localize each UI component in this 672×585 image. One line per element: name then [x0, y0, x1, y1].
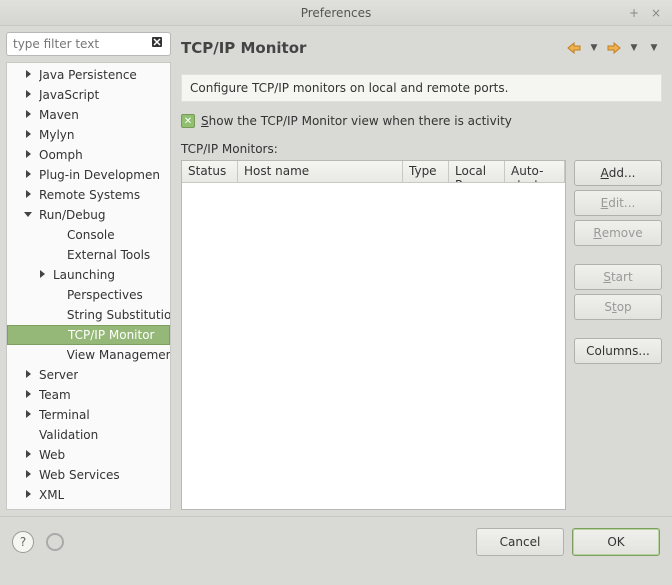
back-menu-icon[interactable]: ▼	[586, 40, 602, 56]
sidebar: Java Persistence JavaScript Maven Mylyn Oomp…	[0, 26, 175, 516]
tree-item-label: Maven	[39, 108, 79, 122]
columns-button[interactable]: Columns...	[574, 338, 662, 364]
window-close-icon[interactable]: ×	[648, 5, 664, 21]
tree-item-label: Console	[67, 228, 115, 242]
col-local[interactable]: Local Po	[449, 161, 505, 182]
tree-item-label: Oomph	[39, 148, 83, 162]
show-view-checkbox[interactable]: ✕	[181, 114, 195, 128]
tree-item[interactable]: Plug-in Developmen	[7, 165, 170, 185]
tree-item-label: Remote Systems	[39, 188, 140, 202]
progress-icon[interactable]	[46, 533, 64, 551]
content-area: Java Persistence JavaScript Maven Mylyn Oomp…	[0, 26, 672, 516]
tree-item-label: Run/Debug	[39, 208, 106, 222]
tree-item[interactable]: Mylyn	[7, 125, 170, 145]
tree-item[interactable]: Server	[7, 365, 170, 385]
tree-item-label: Web Services	[39, 468, 120, 482]
tree-item[interactable]: View Managemen	[7, 345, 170, 365]
help-icon[interactable]: ?	[12, 531, 34, 553]
window-title: Preferences	[301, 6, 372, 20]
tree-item[interactable]: Launching	[7, 265, 170, 285]
tree-item-label: Launching	[53, 268, 115, 282]
edit-button[interactable]: Edit...	[574, 190, 662, 216]
description-text: Configure TCP/IP monitors on local and r…	[190, 81, 508, 95]
tree-item-label: Mylyn	[39, 128, 75, 142]
tree-item-label: Java Persistence	[39, 68, 137, 82]
tree-item[interactable]: Java Persistence	[7, 65, 170, 85]
tree-item-label: Plug-in Developmen	[39, 168, 160, 182]
tree-item-label: String Substitutio	[67, 308, 170, 322]
col-status[interactable]: Status	[182, 161, 238, 182]
view-menu-icon[interactable]: ▼	[646, 40, 662, 56]
tree-item-label: TCP/IP Monitor	[68, 328, 155, 342]
tree-item-label: Team	[39, 388, 71, 402]
monitors-label: TCP/IP Monitors:	[181, 142, 662, 156]
main-panel: TCP/IP Monitor ▼ ▼ ▼ Configure TCP/IP mo…	[175, 26, 672, 516]
tree-item-label: Terminal	[39, 408, 90, 422]
forward-menu-icon[interactable]: ▼	[626, 40, 642, 56]
filter-input[interactable]	[6, 32, 171, 56]
tree-item[interactable]: Terminal	[7, 405, 170, 425]
table-header: Status Host name Type Local Po Auto-star…	[182, 161, 565, 183]
tree-item[interactable]: XML	[7, 485, 170, 505]
remove-button[interactable]: Remove	[574, 220, 662, 246]
page-title: TCP/IP Monitor	[181, 39, 306, 57]
tree-item-label: View Managemen	[67, 348, 170, 362]
window-plus-icon[interactable]: +	[626, 5, 642, 21]
nav-icons: ▼ ▼ ▼	[566, 40, 662, 56]
tree-item[interactable]: Team	[7, 385, 170, 405]
back-icon[interactable]	[566, 40, 582, 56]
tree-item[interactable]: Console	[7, 225, 170, 245]
tree-item[interactable]: Web Services	[7, 465, 170, 485]
forward-icon[interactable]	[606, 40, 622, 56]
preferences-tree[interactable]: Java Persistence JavaScript Maven Mylyn Oomp…	[6, 62, 171, 510]
tree-item-label: XML	[39, 488, 64, 502]
monitors-table[interactable]: Status Host name Type Local Po Auto-star…	[181, 160, 566, 510]
tree-item[interactable]: Maven	[7, 105, 170, 125]
button-column: Add... Edit... Remove Start Stop Columns…	[574, 160, 662, 510]
tree-item[interactable]: JavaScript	[7, 85, 170, 105]
ok-button[interactable]: OK	[572, 528, 660, 556]
tree-item[interactable]: TCP/IP Monitor	[7, 325, 170, 345]
tree-item[interactable]: String Substitutio	[7, 305, 170, 325]
titlebar: Preferences + ×	[0, 0, 672, 26]
tree-item-label: External Tools	[67, 248, 150, 262]
cancel-button[interactable]: Cancel	[476, 528, 564, 556]
start-button[interactable]: Start	[574, 264, 662, 290]
filter-wrap	[6, 32, 171, 56]
tree-item-label: Web	[39, 448, 65, 462]
tree-item[interactable]: Run/Debug	[7, 205, 170, 225]
table-body[interactable]	[182, 183, 565, 509]
main-header: TCP/IP Monitor ▼ ▼ ▼	[181, 32, 662, 64]
show-view-label: Show the TCP/IP Monitor view when there …	[201, 114, 512, 128]
tree-item[interactable]: Validation	[7, 425, 170, 445]
table-area: Status Host name Type Local Po Auto-star…	[181, 160, 662, 510]
add-button[interactable]: Add...	[574, 160, 662, 186]
tree-item[interactable]: Web	[7, 445, 170, 465]
stop-button[interactable]: Stop	[574, 294, 662, 320]
description-box: Configure TCP/IP monitors on local and r…	[181, 74, 662, 102]
tree-item-label: Validation	[39, 428, 98, 442]
tree-item-label: Perspectives	[67, 288, 143, 302]
footer-left: ?	[12, 531, 64, 553]
tree-item[interactable]: External Tools	[7, 245, 170, 265]
col-host[interactable]: Host name	[238, 161, 403, 182]
tree-item[interactable]: Remote Systems	[7, 185, 170, 205]
clear-icon[interactable]	[151, 36, 165, 50]
tree-item[interactable]: Perspectives	[7, 285, 170, 305]
footer-right: Cancel OK	[476, 528, 660, 556]
tree-item[interactable]: Oomph	[7, 145, 170, 165]
col-type[interactable]: Type	[403, 161, 449, 182]
show-view-checkbox-row: ✕ Show the TCP/IP Monitor view when ther…	[181, 114, 662, 128]
tree-item-label: JavaScript	[39, 88, 99, 102]
tree-item-label: Server	[39, 368, 78, 382]
col-auto[interactable]: Auto-start	[505, 161, 565, 182]
footer: ? Cancel OK	[0, 516, 672, 566]
